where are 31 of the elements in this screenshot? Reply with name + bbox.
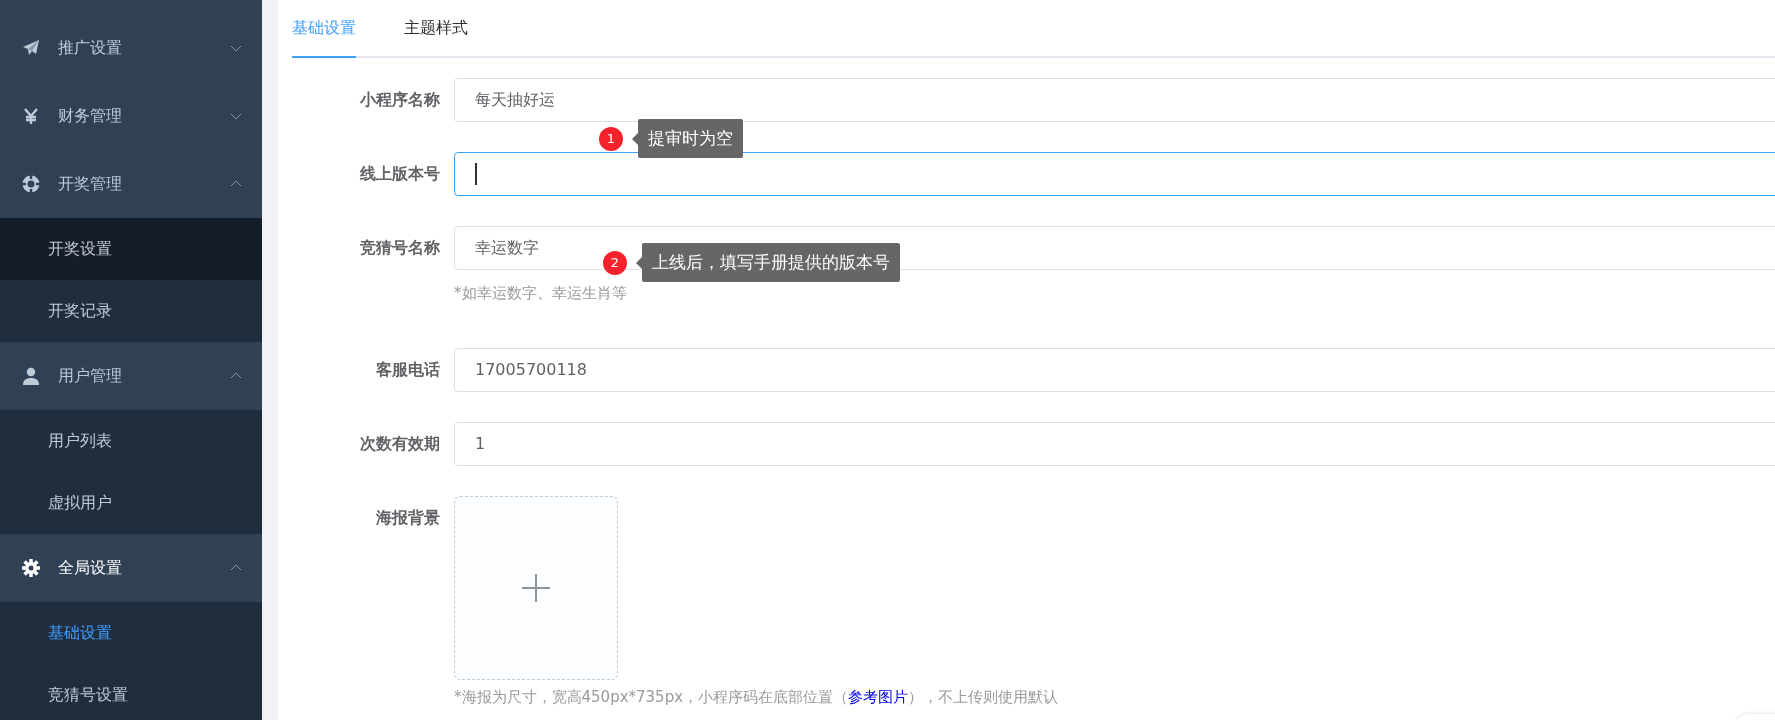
field-label: 客服电话 — [375, 359, 441, 381]
tooltip: 上线后，填写手册提供的版本号 — [636, 243, 900, 282]
tab[interactable]: 主题样式 — [404, 0, 468, 58]
field-label: 小程序名称 — [359, 89, 441, 111]
field-label: 线上版本号 — [359, 163, 441, 185]
tooltip: 提审时为空 — [632, 119, 743, 158]
sidebar-menu-item[interactable]: 开奖记录 — [0, 280, 262, 342]
field-label: 竞猜号名称 — [359, 237, 441, 259]
hint-text: *如幸运数字、幸运生肖等 — [454, 283, 628, 304]
input-field[interactable]: 1 — [454, 422, 1775, 466]
sidebar-menu-item[interactable]: 竞猜号设置 — [0, 664, 262, 720]
user-icon — [22, 367, 40, 385]
send-icon — [22, 39, 40, 57]
text-cursor — [475, 163, 477, 185]
number-badge: 1 — [599, 126, 623, 151]
input-field[interactable]: 每天抽好运 — [454, 78, 1775, 122]
input-field[interactable]: 17005700118 — [454, 348, 1775, 392]
plus-icon — [522, 574, 550, 602]
sidebar-menu-item[interactable]: 基础设置 — [0, 602, 262, 664]
hint-text: *海报为尺寸，宽高450px*735px，小程序码在底部位置（参考图片），不上传则使用默认 — [454, 687, 1060, 708]
gear-icon — [22, 559, 40, 577]
lifebuoy-icon — [22, 175, 40, 193]
field-label: 次数有效期 — [359, 433, 441, 455]
input-field[interactable] — [454, 152, 1775, 196]
sidebar-menu-item[interactable]: 虚拟用户 — [0, 472, 262, 534]
number-badge: 2 — [603, 250, 627, 275]
sidebar-menu-item[interactable]: 开奖设置 — [0, 218, 262, 280]
yen-icon — [22, 107, 40, 125]
reference-image-link[interactable]: 参考图片 — [848, 688, 909, 706]
sidebar-menu-item[interactable]: 用户列表 — [0, 410, 262, 472]
field-label: 海报背景 — [375, 507, 441, 529]
